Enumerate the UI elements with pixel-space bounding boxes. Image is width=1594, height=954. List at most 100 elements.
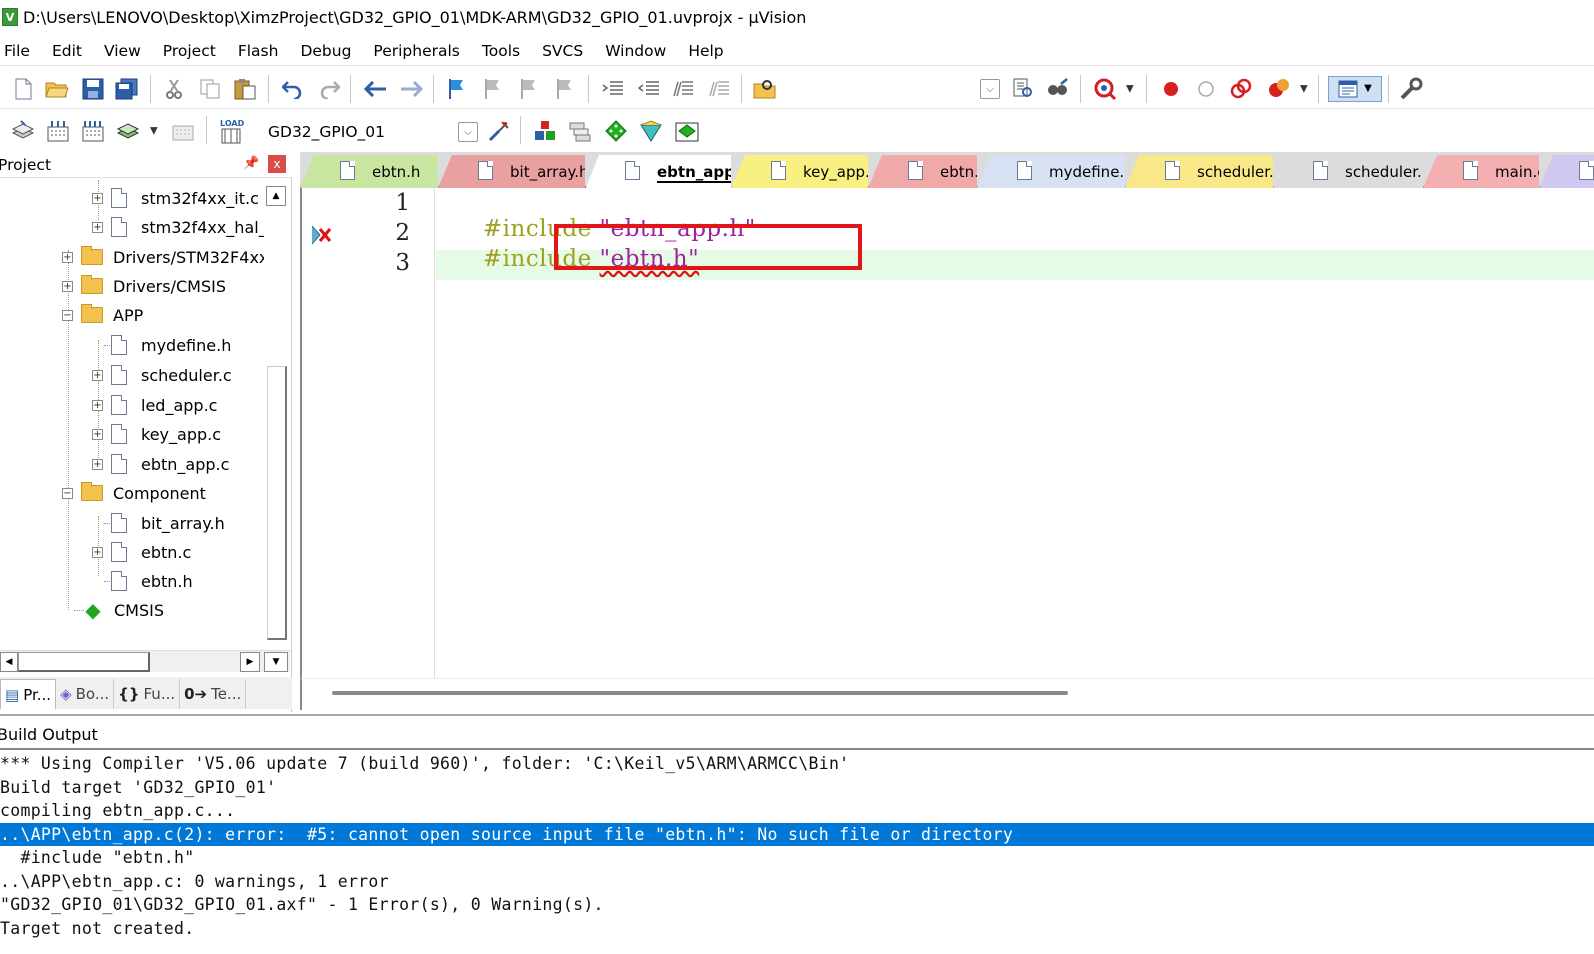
target-options-icon[interactable] [486, 118, 512, 144]
undo-icon[interactable] [280, 76, 306, 102]
scrollbar-thumb[interactable] [332, 691, 1068, 695]
editor-horizontal-scrollbar[interactable] [300, 678, 1594, 710]
manage-project-items-icon[interactable] [532, 118, 558, 144]
bookmark-prev-icon[interactable] [480, 76, 506, 102]
log-line[interactable]: Target not created. [0, 917, 1594, 941]
expand-icon[interactable]: + [92, 546, 103, 558]
expand-icon[interactable]: + [62, 251, 73, 263]
scroll-right-icon[interactable]: ▶ [240, 652, 260, 672]
bookmark-clear-icon[interactable] [552, 76, 578, 102]
uncomment-icon[interactable] [706, 76, 732, 102]
editor-tab-bit-array-h[interactable]: bit_array.h [438, 155, 585, 188]
tree-item-ebtn-c[interactable]: + ebtn.c [92, 538, 191, 566]
navigate-back-icon[interactable] [363, 76, 389, 102]
batch-build-icon[interactable] [116, 118, 142, 144]
download-icon[interactable]: LOAD [218, 118, 244, 144]
find-in-files-icon[interactable] [752, 76, 778, 102]
tree-item-led-app-c[interactable]: + led_app.c [92, 391, 217, 419]
breakpoint-insert-icon[interactable] [1158, 76, 1184, 102]
editor-tab-key-app-c[interactable]: key_app.c [731, 155, 868, 188]
save-icon[interactable] [80, 76, 106, 102]
tab-functions[interactable]: {} Fu... [114, 679, 181, 709]
event-recorder-icon[interactable] [674, 118, 700, 144]
tree-item-stm32f4xx-hal[interactable]: + stm32f4xx_hal_ [92, 213, 266, 241]
tree-item-app-group[interactable]: − APP [62, 301, 143, 329]
tree-item-cmsis[interactable]: ◆ CMSIS [82, 596, 164, 624]
bookmark-next-icon[interactable] [516, 76, 542, 102]
tree-item-component-group[interactable]: − Component [62, 479, 206, 507]
cut-icon[interactable] [161, 76, 187, 102]
editor-tab-overflow[interactable] [1539, 155, 1594, 188]
menu-svcs[interactable]: SVCS [531, 42, 594, 60]
tree-item-stm32f4xx-it[interactable]: + stm32f4xx_it.c [92, 184, 259, 212]
editor-tab-ebtn-h[interactable]: ebtn.h [300, 155, 438, 188]
breakpoint-enable-icon[interactable] [1193, 76, 1219, 102]
tab-project[interactable]: ▤ Pr... [0, 679, 57, 709]
editor-tab-ebtn-c[interactable]: ebtn.c [868, 155, 977, 188]
editor-tab-ebtn-app-c[interactable]: ebtn_app.c [585, 155, 731, 190]
expand-icon[interactable]: + [62, 280, 73, 292]
pack-installer-icon[interactable] [638, 118, 664, 144]
tree-item-ebtn-h[interactable]: ebtn.h [111, 567, 193, 595]
configure-icon[interactable] [1398, 76, 1424, 102]
menu-tools[interactable]: Tools [471, 42, 531, 60]
expand-icon[interactable]: + [92, 192, 103, 204]
manage-rte-icon[interactable] [603, 118, 629, 144]
collapse-icon[interactable]: − [62, 309, 73, 321]
find-icon[interactable] [1010, 76, 1036, 102]
menu-debug[interactable]: Debug [289, 42, 362, 60]
tab-books[interactable]: ◈ Bo... [56, 679, 115, 709]
window-layout-button[interactable]: ▼ [1328, 75, 1382, 102]
scroll-left-icon[interactable]: ◀ [0, 652, 18, 672]
tree-item-mydefine-h[interactable]: mydefine.h [111, 331, 231, 359]
rebuild-icon[interactable] [80, 118, 106, 144]
expand-icon[interactable]: + [92, 458, 103, 470]
indent-icon[interactable] [600, 76, 626, 102]
project-tree-horizontal-scrollbar[interactable]: ◀ ▶ ▼ [0, 650, 290, 672]
tree-item-drivers-cmsis[interactable]: + Drivers/CMSIS [62, 272, 226, 300]
breakpoint-kill-all-icon[interactable] [1266, 76, 1292, 102]
expand-icon[interactable]: + [92, 221, 103, 233]
tab-templates[interactable]: 0➔ Te... [180, 679, 247, 709]
log-line[interactable]: *** Using Compiler 'V5.06 update 7 (buil… [0, 752, 1594, 776]
tree-item-bit-array-h[interactable]: bit_array.h [111, 509, 225, 537]
scrollbar-thumb[interactable] [18, 652, 150, 672]
expand-icon[interactable]: + [92, 428, 103, 440]
copy-icon[interactable] [197, 76, 223, 102]
editor-tab-mydefine-h[interactable]: mydefine.h [977, 155, 1125, 188]
menu-edit[interactable]: Edit [41, 42, 93, 60]
unindent-icon[interactable] [636, 76, 662, 102]
comment-icon[interactable] [670, 76, 696, 102]
new-file-icon[interactable] [10, 76, 36, 102]
breakpoint-dropdown[interactable]: ▼ [1300, 83, 1308, 94]
menu-help[interactable]: Help [677, 42, 734, 60]
collapse-icon[interactable]: − [62, 487, 73, 499]
batch-build-dropdown[interactable]: ▼ [150, 126, 158, 137]
log-line[interactable]: "GD32_GPIO_01\GD32_GPIO_01.axf" - 1 Erro… [0, 893, 1594, 917]
code-area[interactable]: #include "ebtn_app.h" #include "ebtn.h" [436, 188, 1594, 678]
debug-session-icon[interactable] [1092, 76, 1118, 102]
menu-window[interactable]: Window [594, 42, 677, 60]
build-icon[interactable] [45, 118, 71, 144]
menu-flash[interactable]: Flash [227, 42, 290, 60]
breakpoint-disable-all-icon[interactable] [1228, 76, 1254, 102]
editor-tab-main-c[interactable]: main.c [1423, 155, 1539, 188]
tree-item-scheduler-c[interactable]: + scheduler.c [92, 361, 232, 389]
select-software-packs-icon[interactable] [567, 118, 593, 144]
target-select[interactable]: GD32_GPIO_01 ⌵ [258, 118, 478, 146]
redo-icon[interactable] [316, 76, 342, 102]
paste-icon[interactable] [232, 76, 258, 102]
editor-tab-scheduler-h[interactable]: scheduler.h [1273, 155, 1423, 188]
expand-icon[interactable]: + [92, 399, 103, 411]
log-line[interactable]: ..\APP\ebtn_app.c: 0 warnings, 1 error [0, 870, 1594, 894]
navigate-forward-icon[interactable] [398, 76, 424, 102]
menu-project[interactable]: Project [152, 42, 227, 60]
tree-item-drivers-stm32[interactable]: + Drivers/STM32F4xx [62, 243, 266, 271]
scroll-down-icon[interactable]: ▼ [264, 652, 288, 672]
menu-file[interactable]: File [0, 42, 41, 60]
target-dropdown-icon[interactable]: ⌵ [458, 122, 478, 142]
save-all-icon[interactable] [114, 76, 140, 102]
bookmark-toggle-icon[interactable] [444, 76, 470, 102]
stop-build-icon[interactable] [170, 118, 196, 144]
project-tree-vertical-scrollbar[interactable]: ▲ [264, 180, 290, 650]
